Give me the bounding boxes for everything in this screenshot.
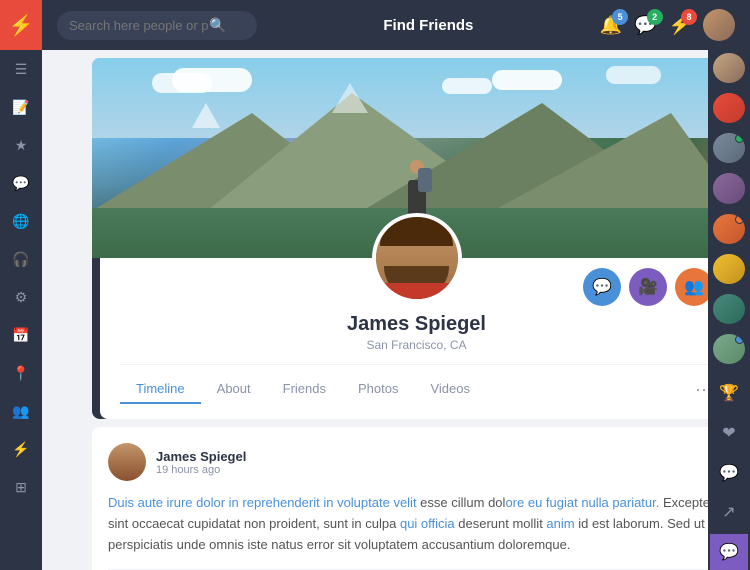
post-card: James Spiegel 19 hours ago ··· Duis aute…	[92, 427, 741, 570]
right-user-3[interactable]	[713, 133, 745, 163]
add-friend-icon: 👥	[684, 277, 704, 297]
right-chat-btn[interactable]: 💬	[710, 455, 748, 491]
sidebar-item-friends[interactable]: 👥	[0, 392, 42, 430]
sidebar-item-globe[interactable]: 🌐	[0, 202, 42, 240]
message-btn[interactable]: 💬	[583, 268, 621, 306]
search-bar[interactable]: 🔍	[57, 11, 257, 40]
alerts-badge: 8	[681, 9, 697, 25]
user-avatar-header[interactable]	[703, 9, 735, 41]
nav-timeline[interactable]: Timeline	[120, 375, 201, 404]
right-trophy-btn[interactable]: 🏆	[710, 375, 748, 411]
nav-friends[interactable]: Friends	[267, 375, 342, 404]
video-icon: 🎥	[638, 277, 658, 297]
sidebar-item-menu[interactable]: ☰	[0, 50, 42, 88]
right-user-2[interactable]	[713, 93, 745, 123]
right-user-5[interactable]	[713, 214, 745, 244]
messages-badge: 2	[647, 9, 663, 25]
post-meta: James Spiegel 19 hours ago	[156, 449, 697, 476]
profile-nav: Timeline About Friends Photos Videos ···	[120, 364, 713, 404]
right-heart-btn[interactable]: ❤	[710, 415, 748, 451]
profile-action-buttons: 💬 🎥 👥	[583, 268, 713, 306]
notifications-btn[interactable]: 🔔 5	[600, 15, 622, 36]
profile-name: James Spiegel	[120, 313, 713, 336]
search-input[interactable]	[69, 18, 209, 33]
alerts-btn[interactable]: ⚡ 8	[669, 15, 691, 36]
right-user-8[interactable]	[713, 334, 745, 364]
header-icons: 🔔 5 💬 2 ⚡ 8	[600, 9, 735, 41]
sidebar-item-star[interactable]: ★	[0, 126, 42, 164]
header-title-text: Find Friends	[383, 17, 473, 34]
sidebar-item-grid[interactable]: ⊞	[0, 468, 42, 506]
search-icon: 🔍	[209, 17, 226, 34]
profile-location: San Francisco, CA	[120, 338, 713, 352]
right-user-1[interactable]	[713, 53, 745, 83]
sidebar-item-location[interactable]: 📍	[0, 354, 42, 392]
message-icon: 💬	[592, 277, 612, 297]
right-user-7[interactable]	[713, 294, 745, 324]
sidebar-item-compose[interactable]: 📝	[0, 88, 42, 126]
nav-videos[interactable]: Videos	[414, 375, 486, 404]
top-header: 🔍 Find Friends 🔔 5 💬 2 ⚡ 8	[42, 0, 750, 50]
right-user-4[interactable]	[713, 173, 745, 203]
profile-section: 💬 🎥 👥 James Spiegel San Francisco, CA Ti…	[100, 258, 733, 419]
cover-area: 💬 🎥 👥 James Spiegel San Francisco, CA Ti…	[92, 58, 741, 419]
app-logo[interactable]: ⚡	[0, 0, 42, 50]
right-active-chat-btn[interactable]: 💬	[710, 534, 748, 570]
right-share-btn[interactable]: ↗	[710, 494, 748, 530]
right-user-6[interactable]	[713, 254, 745, 284]
sidebar-item-calendar[interactable]: 📅	[0, 316, 42, 354]
right-sidebar: 🏆 ❤ 💬 ↗ 💬	[708, 0, 750, 570]
messages-btn[interactable]: 💬 2	[634, 15, 656, 36]
sidebar-item-settings[interactable]: ⚙	[0, 278, 42, 316]
sidebar-item-chat[interactable]: 💬	[0, 164, 42, 202]
sidebar-item-activity[interactable]: ⚡	[0, 430, 42, 468]
nav-photos[interactable]: Photos	[342, 375, 414, 404]
post-author-avatar	[108, 443, 146, 481]
nav-about[interactable]: About	[201, 375, 267, 404]
post-author-name: James Spiegel	[156, 449, 697, 464]
left-sidebar: ⚡ ☰ 📝 ★ 💬 🌐 🎧 ⚙ 📅 📍 👥 ⚡ ⊞	[0, 0, 42, 570]
profile-avatar	[372, 213, 462, 303]
notifications-badge: 5	[612, 9, 628, 25]
header-title: Find Friends	[257, 17, 600, 34]
main-content: 💬 🎥 👥 James Spiegel San Francisco, CA Ti…	[84, 50, 749, 570]
video-btn[interactable]: 🎥	[629, 268, 667, 306]
post-time: 19 hours ago	[156, 464, 697, 476]
post-text: Duis aute irure dolor in reprehenderit i…	[108, 493, 725, 555]
logo-icon: ⚡	[9, 13, 34, 38]
post-header: James Spiegel 19 hours ago ···	[108, 443, 725, 481]
sidebar-item-headphones[interactable]: 🎧	[0, 240, 42, 278]
